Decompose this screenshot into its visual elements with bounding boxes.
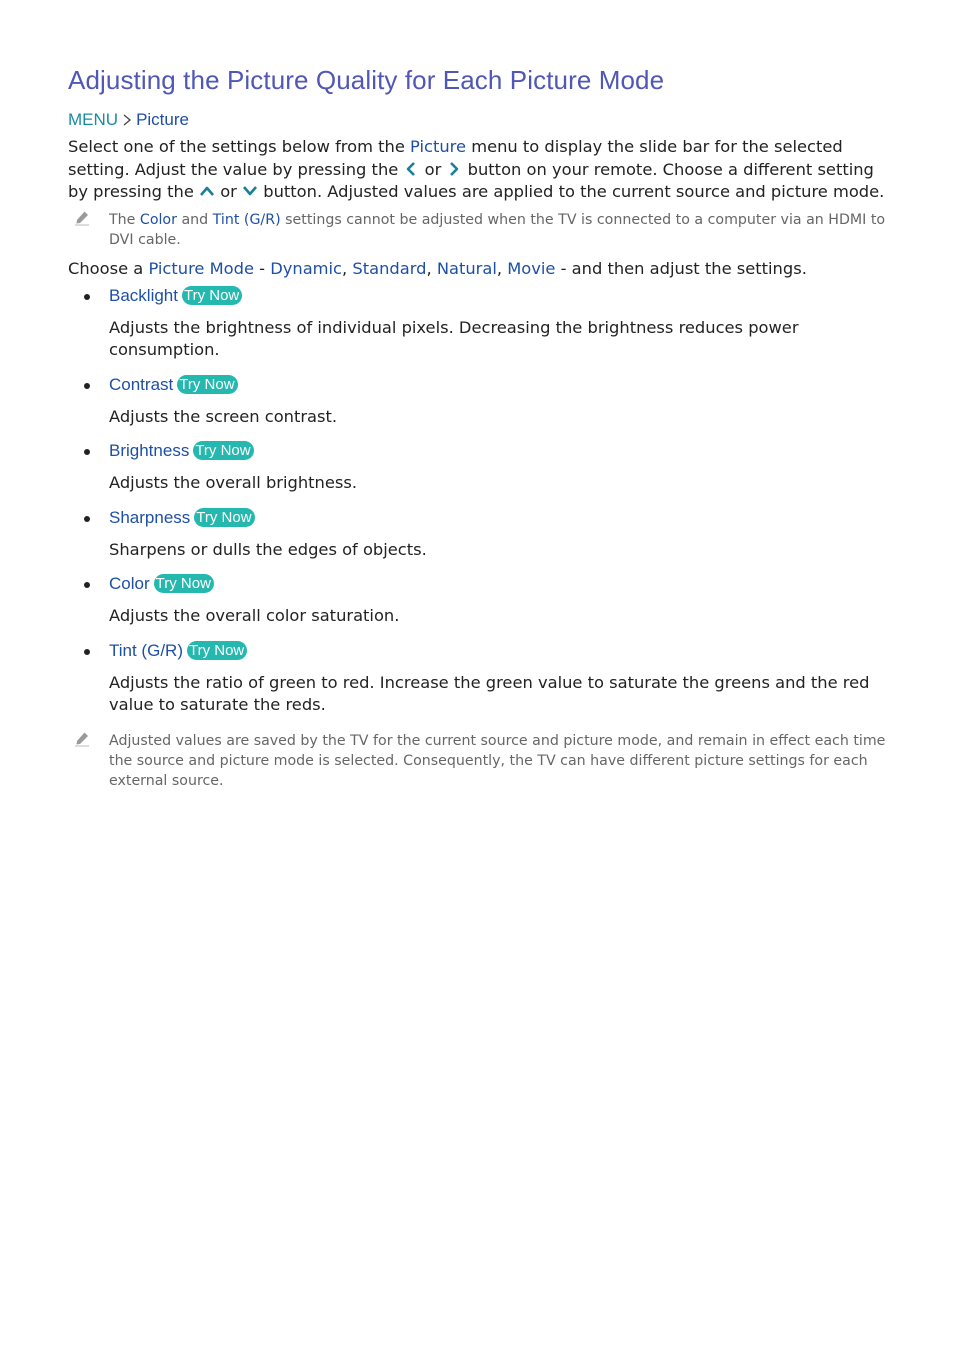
settings-list: Backlight Try Now Adjusts the brightness … [68, 284, 888, 717]
mode-dynamic: Dynamic [270, 258, 343, 278]
separator: , [496, 258, 508, 278]
intro-text: or [215, 182, 243, 201]
bullet-icon [84, 382, 90, 389]
separator: , [342, 258, 353, 278]
setting-description: Adjusts the overall brightness. [109, 473, 358, 492]
breadcrumb-menu: MENU [68, 110, 119, 129]
setting-description: Adjusts the brightness of individual pix… [109, 317, 799, 360]
try-now-button[interactable]: Try Now [177, 374, 238, 394]
tint-term: Tint (G/R) [212, 211, 281, 228]
breadcrumb: MENU Picture [68, 108, 888, 132]
setting-sharpness: Sharpness Try Now Sharpens or dulls the e… [68, 506, 888, 562]
document-page: Adjusting the Picture Quality for Each P… [68, 62, 888, 791]
bullet-icon [84, 648, 90, 655]
color-term: Color [139, 211, 177, 228]
try-now-button[interactable]: Try Now [194, 507, 255, 527]
chevron-down-icon [243, 186, 258, 196]
setting-title: Backlight [109, 285, 178, 305]
setting-description: Adjusts the screen contrast. [109, 406, 338, 426]
separator: , [426, 258, 437, 278]
choose-text: and then adjust the settings. [571, 258, 807, 278]
bullet-icon [84, 449, 90, 455]
setting-contrast: Contrast Try Now Adjusts the screen contr… [68, 373, 888, 429]
note-saved-values: Adjusted values are saved by the TV for … [68, 731, 888, 791]
chevron-right-icon [450, 161, 459, 176]
bullet-icon [84, 515, 90, 522]
note-text: Adjusted values are saved by the TV for … [109, 732, 886, 789]
intro-text: or [419, 159, 447, 179]
setting-title: Color [109, 574, 150, 593]
choose-mode-paragraph: Choose a Picture Mode - Dynamic, Standar… [68, 258, 888, 280]
setting-tint: Tint (G/R) Try Now Adjusts the ratio of g… [68, 639, 888, 717]
picture-menu-term: Picture [410, 137, 467, 156]
choose-text: Choose a [68, 258, 149, 278]
setting-color: Color Try Now Adjusts the overall color s… [68, 572, 888, 628]
intro-text: Select one of the settings below from th… [68, 137, 411, 156]
intro-paragraph: Select one of the settings below from th… [68, 136, 888, 204]
setting-description: Adjusts the overall color saturation. [109, 606, 400, 625]
intro-text: button. Adjusted values are applied to t… [258, 182, 885, 201]
bullet-icon [84, 582, 90, 588]
pencil-icon [75, 732, 89, 746]
mode-natural: Natural [436, 258, 497, 278]
try-now-button[interactable]: Try Now [181, 285, 243, 305]
mode-movie: Movie [507, 258, 556, 278]
choose-text: - [253, 258, 271, 278]
try-now-button[interactable]: Try Now [186, 640, 248, 660]
note-text: The [109, 211, 140, 228]
setting-backlight: Backlight Try Now Adjusts the brightness … [68, 284, 888, 362]
bullet-icon [84, 293, 90, 300]
setting-description: Sharpens or dulls the edges of objects. [109, 539, 427, 559]
pencil-icon [75, 211, 89, 225]
page-title: Adjusting the Picture Quality for Each P… [68, 65, 665, 95]
note-text: and [176, 211, 213, 228]
breadcrumb-picture: Picture [136, 110, 189, 129]
setting-description: Adjusts the ratio of green to red. Incre… [109, 672, 870, 715]
note-hdmi-dvi: The Color and Tint (G/R) settings cannot… [68, 210, 888, 250]
picture-mode-term: Picture Mode [148, 258, 254, 278]
chevron-left-icon [407, 161, 416, 176]
setting-title: Contrast [109, 374, 174, 394]
chevron-up-icon [200, 186, 215, 196]
setting-title: Brightness [109, 441, 190, 460]
setting-title: Tint (G/R) [109, 640, 183, 660]
mode-standard: Standard [352, 258, 427, 278]
chevron-right-icon [123, 114, 132, 126]
setting-title: Sharpness [109, 507, 191, 527]
try-now-button[interactable]: Try Now [153, 574, 214, 593]
setting-brightness: Brightness Try Now Adjusts the overall br… [68, 439, 888, 495]
try-now-button[interactable]: Try Now [193, 441, 254, 460]
choose-text: - [555, 258, 572, 278]
